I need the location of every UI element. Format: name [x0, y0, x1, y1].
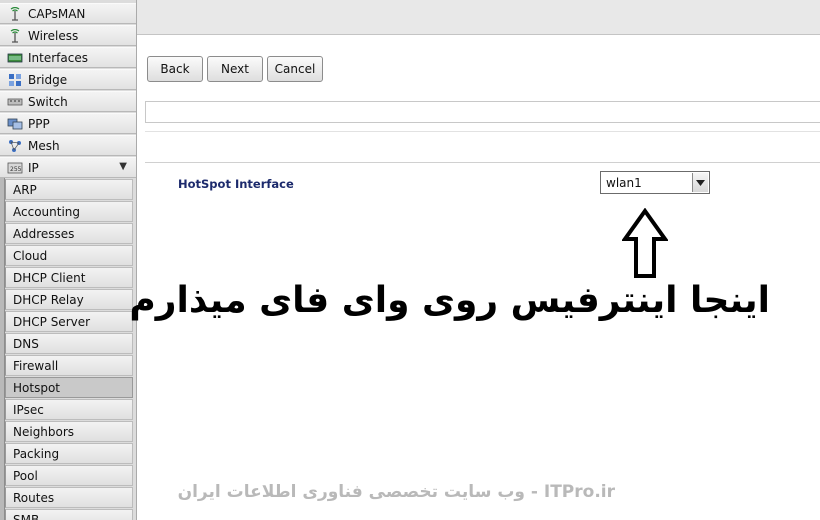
divider: [145, 131, 820, 132]
next-button[interactable]: Next: [207, 56, 263, 82]
sidebar-item-label: Bridge: [28, 72, 68, 87]
hotspot-interface-value: wlan1: [606, 175, 642, 190]
chevron-down-icon: ▼: [119, 161, 127, 172]
submenu-item-pool[interactable]: Pool: [5, 465, 133, 486]
sidebar-item-label: Wireless: [28, 28, 79, 43]
sidebar-item-ppp[interactable]: PPP: [0, 113, 136, 134]
sidebar-item-label: CAPsMAN: [28, 6, 86, 21]
submenu-item-neighbors[interactable]: Neighbors: [5, 421, 133, 442]
hotspot-interface-select[interactable]: wlan1: [600, 171, 710, 194]
sidebar-item-bridge[interactable]: Bridge: [0, 69, 136, 90]
bridge-icon: [7, 73, 23, 87]
switch-icon: [7, 95, 23, 109]
top-bar: [137, 0, 820, 35]
back-button[interactable]: Back: [147, 56, 203, 82]
interface-card-icon: [7, 51, 23, 65]
chevron-down-icon[interactable]: [692, 173, 708, 192]
submenu-item-dhcp-server[interactable]: DHCP Server: [5, 311, 133, 332]
up-arrow-icon: [622, 208, 668, 278]
sidebar-item-label: Interfaces: [28, 50, 88, 65]
mesh-icon: [7, 139, 23, 153]
sidebar-item-label: IP: [28, 160, 39, 175]
sidebar-item-label: Mesh: [28, 138, 60, 153]
submenu-item-addresses[interactable]: Addresses: [5, 223, 133, 244]
sidebar-item-switch[interactable]: Switch: [0, 91, 136, 112]
submenu-item-dns[interactable]: DNS: [5, 333, 133, 354]
divider: [145, 162, 820, 163]
antenna-icon: [7, 6, 23, 21]
watermark-text: ITPro.ir - وب سایت تخصصی فناوری اطلاعات …: [177, 482, 615, 502]
submenu-item-arp[interactable]: ARP: [5, 179, 133, 200]
status-bar: [145, 101, 820, 123]
sidebar-item-mesh[interactable]: Mesh: [0, 135, 136, 156]
annotation-text: اینجا اینترفیس روی وای فای میذارم: [129, 280, 770, 321]
submenu-item-smb[interactable]: SMB: [5, 509, 133, 520]
sidebar-item-ip[interactable]: 255 IP ▼: [0, 157, 136, 178]
submenu-item-hotspot[interactable]: Hotspot: [5, 377, 133, 398]
svg-text:255: 255: [10, 166, 22, 173]
submenu-item-routes[interactable]: Routes: [5, 487, 133, 508]
sidebar-item-label: Switch: [28, 94, 68, 109]
hotspot-interface-label: HotSpot Interface: [178, 177, 294, 191]
ppp-icon: [7, 117, 23, 131]
submenu-item-firewall[interactable]: Firewall: [5, 355, 133, 376]
antenna-icon: [7, 28, 23, 43]
submenu-item-ipsec[interactable]: IPsec: [5, 399, 133, 420]
submenu-item-accounting[interactable]: Accounting: [5, 201, 133, 222]
sidebar-item-label: PPP: [28, 116, 50, 131]
submenu-item-dhcp-relay[interactable]: DHCP Relay: [5, 289, 133, 310]
sidebar-item-wireless[interactable]: Wireless: [0, 25, 136, 46]
sidebar-item-capsman[interactable]: CAPsMAN: [0, 3, 136, 24]
cancel-button[interactable]: Cancel: [267, 56, 323, 82]
submenu-item-packing[interactable]: Packing: [5, 443, 133, 464]
submenu-item-dhcp-client[interactable]: DHCP Client: [5, 267, 133, 288]
sidebar-item-interfaces[interactable]: Interfaces: [0, 47, 136, 68]
ip-icon: 255: [7, 161, 23, 175]
sidebar: CAPsMAN Wireless Interfaces Bridge Switc…: [0, 0, 137, 520]
submenu-item-cloud[interactable]: Cloud: [5, 245, 133, 266]
